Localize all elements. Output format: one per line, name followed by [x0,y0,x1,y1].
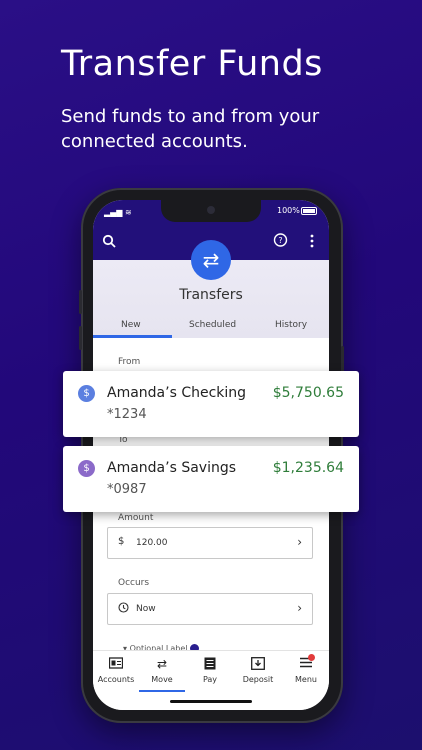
account-number: *1234 [107,407,147,422]
account-name: Amanda’s Checking [107,385,247,401]
deposit-icon [235,657,281,671]
account-balance: $5,750.65 [272,385,344,401]
more-vertical-icon[interactable] [309,234,315,252]
transfer-arrows-icon: ⇄ [191,240,231,280]
nav-move[interactable]: ⇄ Move [139,657,185,684]
amount-field[interactable]: $ 120.00 › [107,527,313,559]
chevron-right-icon: › [297,535,302,549]
amount-value: 120.00 [136,538,168,548]
help-icon[interactable]: ? [273,233,288,252]
promo-headline: Transfer Funds [61,44,323,84]
search-icon[interactable] [102,234,116,252]
battery-level: 100% [277,206,300,215]
nav-label: Menu [295,675,317,684]
menu-icon [283,657,329,671]
from-account-card[interactable]: $ Amanda’s Checking *1234 $5,750.65 [63,371,359,437]
chevron-right-icon: › [297,601,302,615]
dollar-icon: $ [118,536,125,547]
page-title: Transfers [179,287,243,303]
nav-deposit[interactable]: Deposit [235,657,281,684]
signal-icon: ▂▄▆ ≋ [104,208,132,217]
move-icon: ⇄ [156,657,168,671]
tab-scheduled[interactable]: Scheduled [189,320,236,330]
occurs-value: Now [136,604,156,614]
home-indicator [170,700,252,703]
account-name: Amanda’s Savings [107,460,237,476]
tab-history[interactable]: History [275,320,307,330]
account-number: *0987 [107,482,147,497]
tab-active-indicator [93,335,172,338]
nav-label: Deposit [242,675,274,684]
nav-active-indicator [139,690,185,692]
to-account-card[interactable]: $ Amanda’s Savings *0987 $1,235.64 [63,446,359,512]
phone-side-button [79,326,82,350]
menu-notification-dot [308,654,315,661]
occurs-label: Occurs [118,578,150,588]
from-label: From [118,357,141,367]
phone-side-button [79,290,82,314]
amount-label: Amount [118,513,154,523]
nav-label: Accounts [97,675,135,684]
account-balance: $1,235.64 [272,460,344,476]
nav-menu[interactable]: Menu [283,657,329,684]
notch [161,200,261,222]
tab-bar: New Scheduled History [93,318,329,338]
clock-icon [118,602,129,616]
dollar-icon: $ [78,385,95,402]
tab-new[interactable]: New [121,320,141,330]
nav-label: Pay [202,675,218,684]
camera-icon [207,206,215,214]
svg-text:?: ? [278,236,282,245]
occurs-field[interactable]: Now › [107,593,313,625]
pay-icon [187,657,233,671]
nav-accounts[interactable]: Accounts [93,657,139,684]
accounts-icon [93,657,139,671]
nav-pay[interactable]: Pay [187,657,233,684]
promo-subline: Send funds to and from your connected ac… [61,106,320,152]
nav-label: Move [151,675,173,684]
battery-icon [301,207,317,215]
dollar-icon: $ [78,460,95,477]
